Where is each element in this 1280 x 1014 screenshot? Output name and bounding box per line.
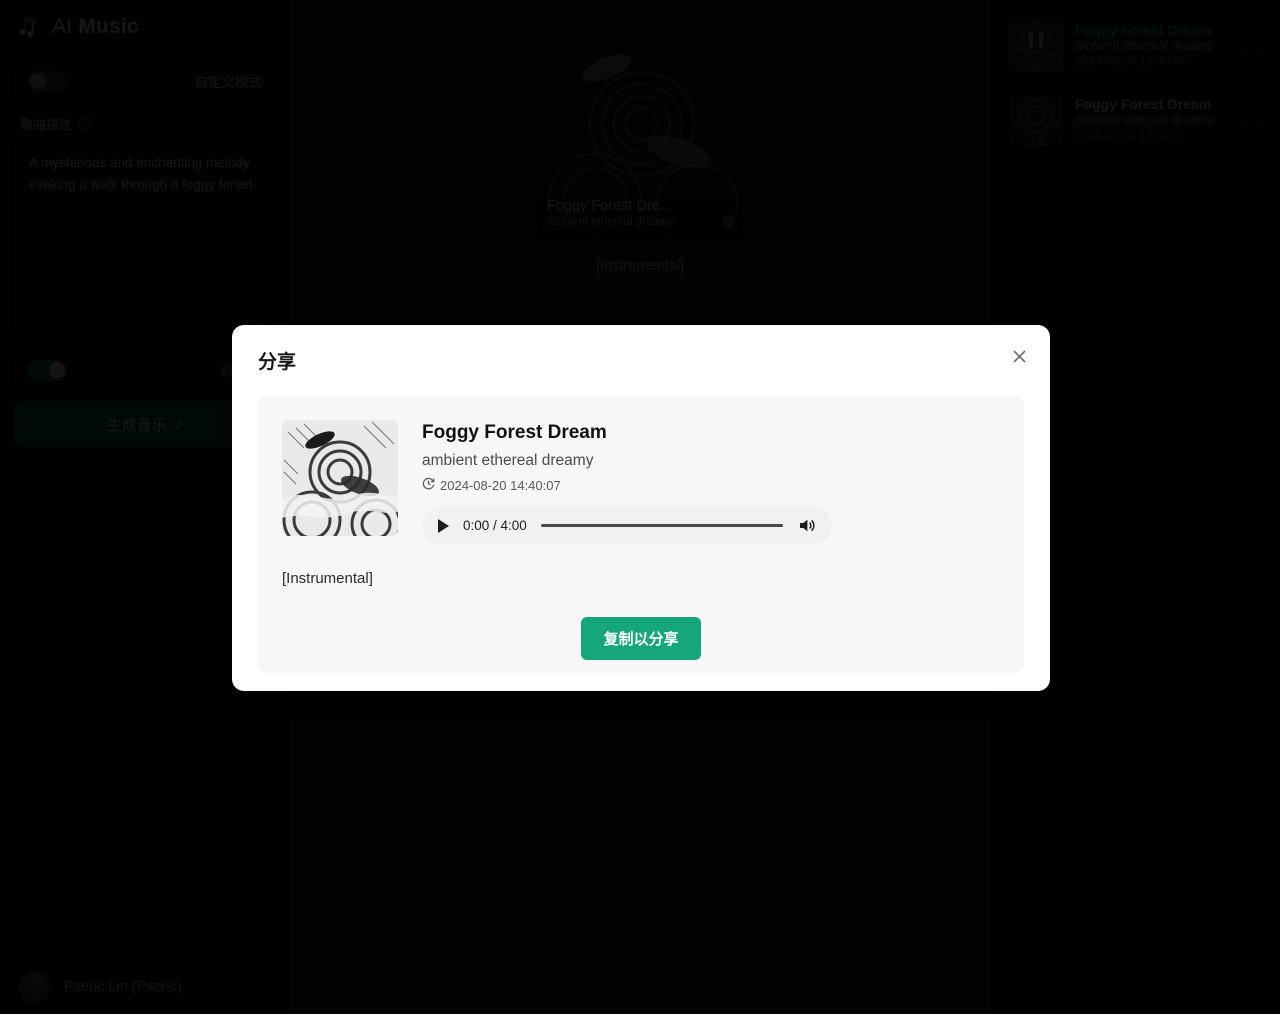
close-icon[interactable] bbox=[1006, 343, 1032, 369]
play-icon[interactable] bbox=[438, 518, 449, 533]
volume-icon[interactable] bbox=[797, 516, 816, 535]
dialog-title: 分享 bbox=[258, 352, 297, 373]
share-track-title: Foggy Forest Dream bbox=[422, 422, 607, 443]
audio-progress-slider[interactable] bbox=[540, 524, 783, 527]
share-card-top: Foggy Forest Dream ambient ethereal drea… bbox=[282, 420, 1000, 544]
share-track-style: ambient ethereal dreamy bbox=[422, 452, 594, 469]
share-dialog: 分享 Foggy Forest Dream ambient ethereal d… bbox=[232, 325, 1050, 691]
copy-to-share-button[interactable]: 复制以分享 bbox=[581, 617, 701, 660]
share-card: Foggy Forest Dream ambient ethereal drea… bbox=[258, 396, 1024, 673]
share-card-info: Foggy Forest Dream ambient ethereal drea… bbox=[422, 420, 1000, 544]
share-track-date: 2024-08-20 14:40:07 bbox=[440, 477, 561, 493]
share-track-date-row: 2024-08-20 14:40:07 bbox=[422, 477, 1000, 493]
share-actions: 复制以分享 bbox=[282, 617, 1000, 660]
share-lyrics: [Instrumental] bbox=[282, 570, 373, 587]
clock-icon bbox=[422, 477, 435, 493]
audio-player[interactable]: 0:00 / 4:00 bbox=[422, 507, 832, 544]
audio-time: 0:00 / 4:00 bbox=[463, 518, 527, 533]
app-root: AI Music 自定义模式 歌曲描述 ? A mysterious and e… bbox=[0, 0, 1280, 1014]
share-album-art bbox=[282, 420, 398, 536]
